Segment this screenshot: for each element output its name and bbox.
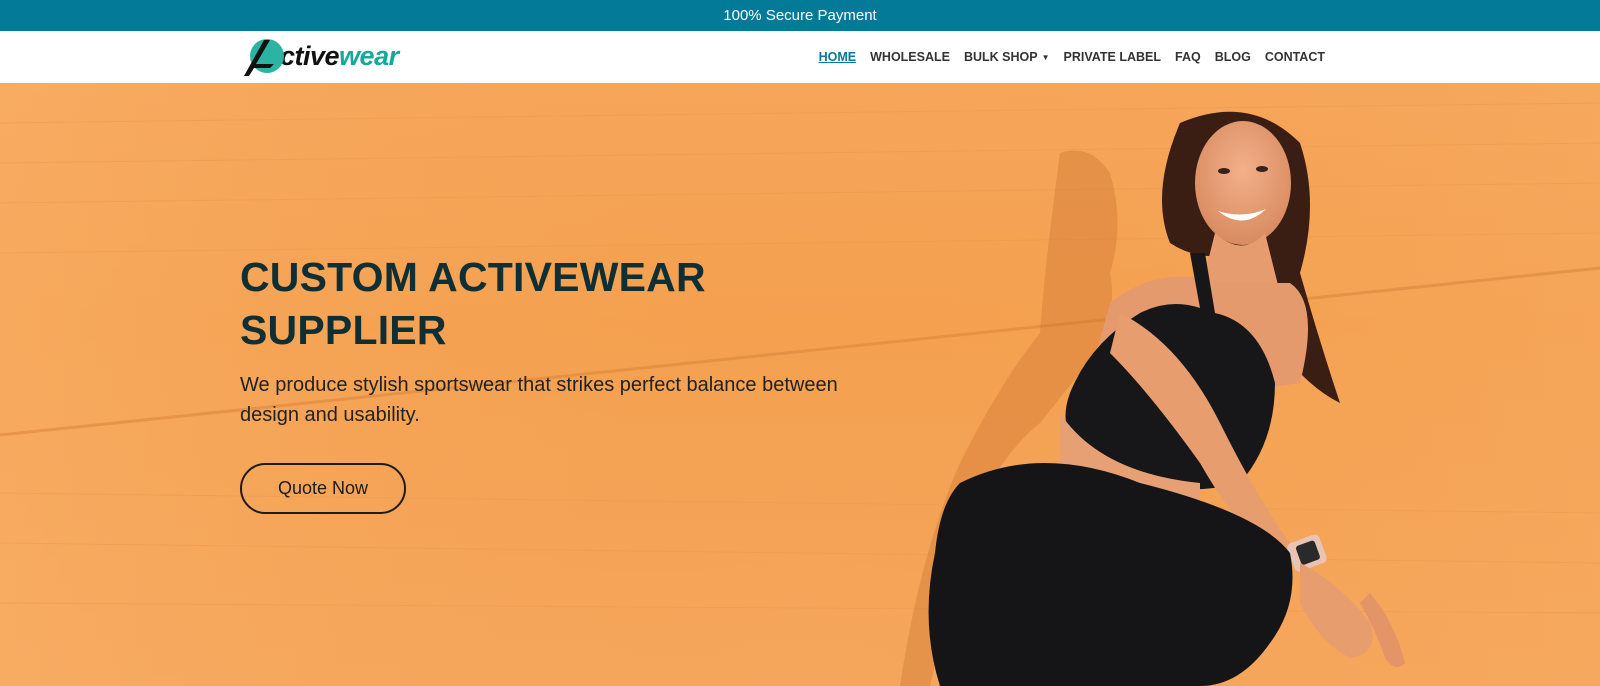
hero-subtitle: We produce stylish sportswear that strik… xyxy=(240,374,838,426)
nav-label: BULK SHOP xyxy=(963,50,1038,64)
nav-item-bulk-shop[interactable]: BULK SHOP ▼ xyxy=(957,50,1057,64)
nav-label: PRIVATE LABEL xyxy=(1063,50,1161,64)
nav-item-private-label[interactable]: PRIVATE LABEL xyxy=(1057,50,1168,64)
nav-item-wholesale[interactable]: WHOLESALE xyxy=(863,50,957,64)
nav-item-blog[interactable]: BLOG xyxy=(1208,50,1258,64)
nav-label: CONTACT xyxy=(1264,50,1325,64)
logo-text-active: ctive xyxy=(280,41,340,71)
logo-text-wear: wear xyxy=(339,41,399,71)
chevron-down-icon: ▼ xyxy=(1041,52,1050,62)
nav-label: WHOLESALE xyxy=(870,50,950,64)
quote-now-button[interactable]: Quote Now xyxy=(240,463,406,514)
hero-banner: CUSTOM ACTIVEWEAR SUPPLIER We produce st… xyxy=(0,83,1600,686)
announcement-text: 100% Secure Payment xyxy=(723,7,877,24)
hero-title: CUSTOM ACTIVEWEAR SUPPLIER xyxy=(240,251,800,357)
logo-wordmark: ctivewear xyxy=(280,34,399,78)
site-header: ctivewear HOME WHOLESALE BULK SHOP ▼ PRIV… xyxy=(0,31,1600,83)
nav-label: HOME xyxy=(818,50,857,64)
nav-label: FAQ xyxy=(1175,50,1201,64)
site-logo[interactable]: ctivewear xyxy=(240,34,420,78)
announcement-bar: 100% Secure Payment xyxy=(0,0,1600,31)
nav-item-home[interactable]: HOME xyxy=(812,50,864,64)
hero-title-line1: CUSTOM ACTIVEWEAR xyxy=(240,254,706,300)
logo-mark-icon xyxy=(240,34,288,78)
nav-label: BLOG xyxy=(1214,50,1251,64)
nav-item-faq[interactable]: FAQ xyxy=(1168,50,1208,64)
hero-title-line2: SUPPLIER xyxy=(240,307,447,353)
nav-item-contact[interactable]: CONTACT xyxy=(1258,50,1332,64)
main-nav: HOME WHOLESALE BULK SHOP ▼ PRIVATE LABEL … xyxy=(812,31,1332,83)
